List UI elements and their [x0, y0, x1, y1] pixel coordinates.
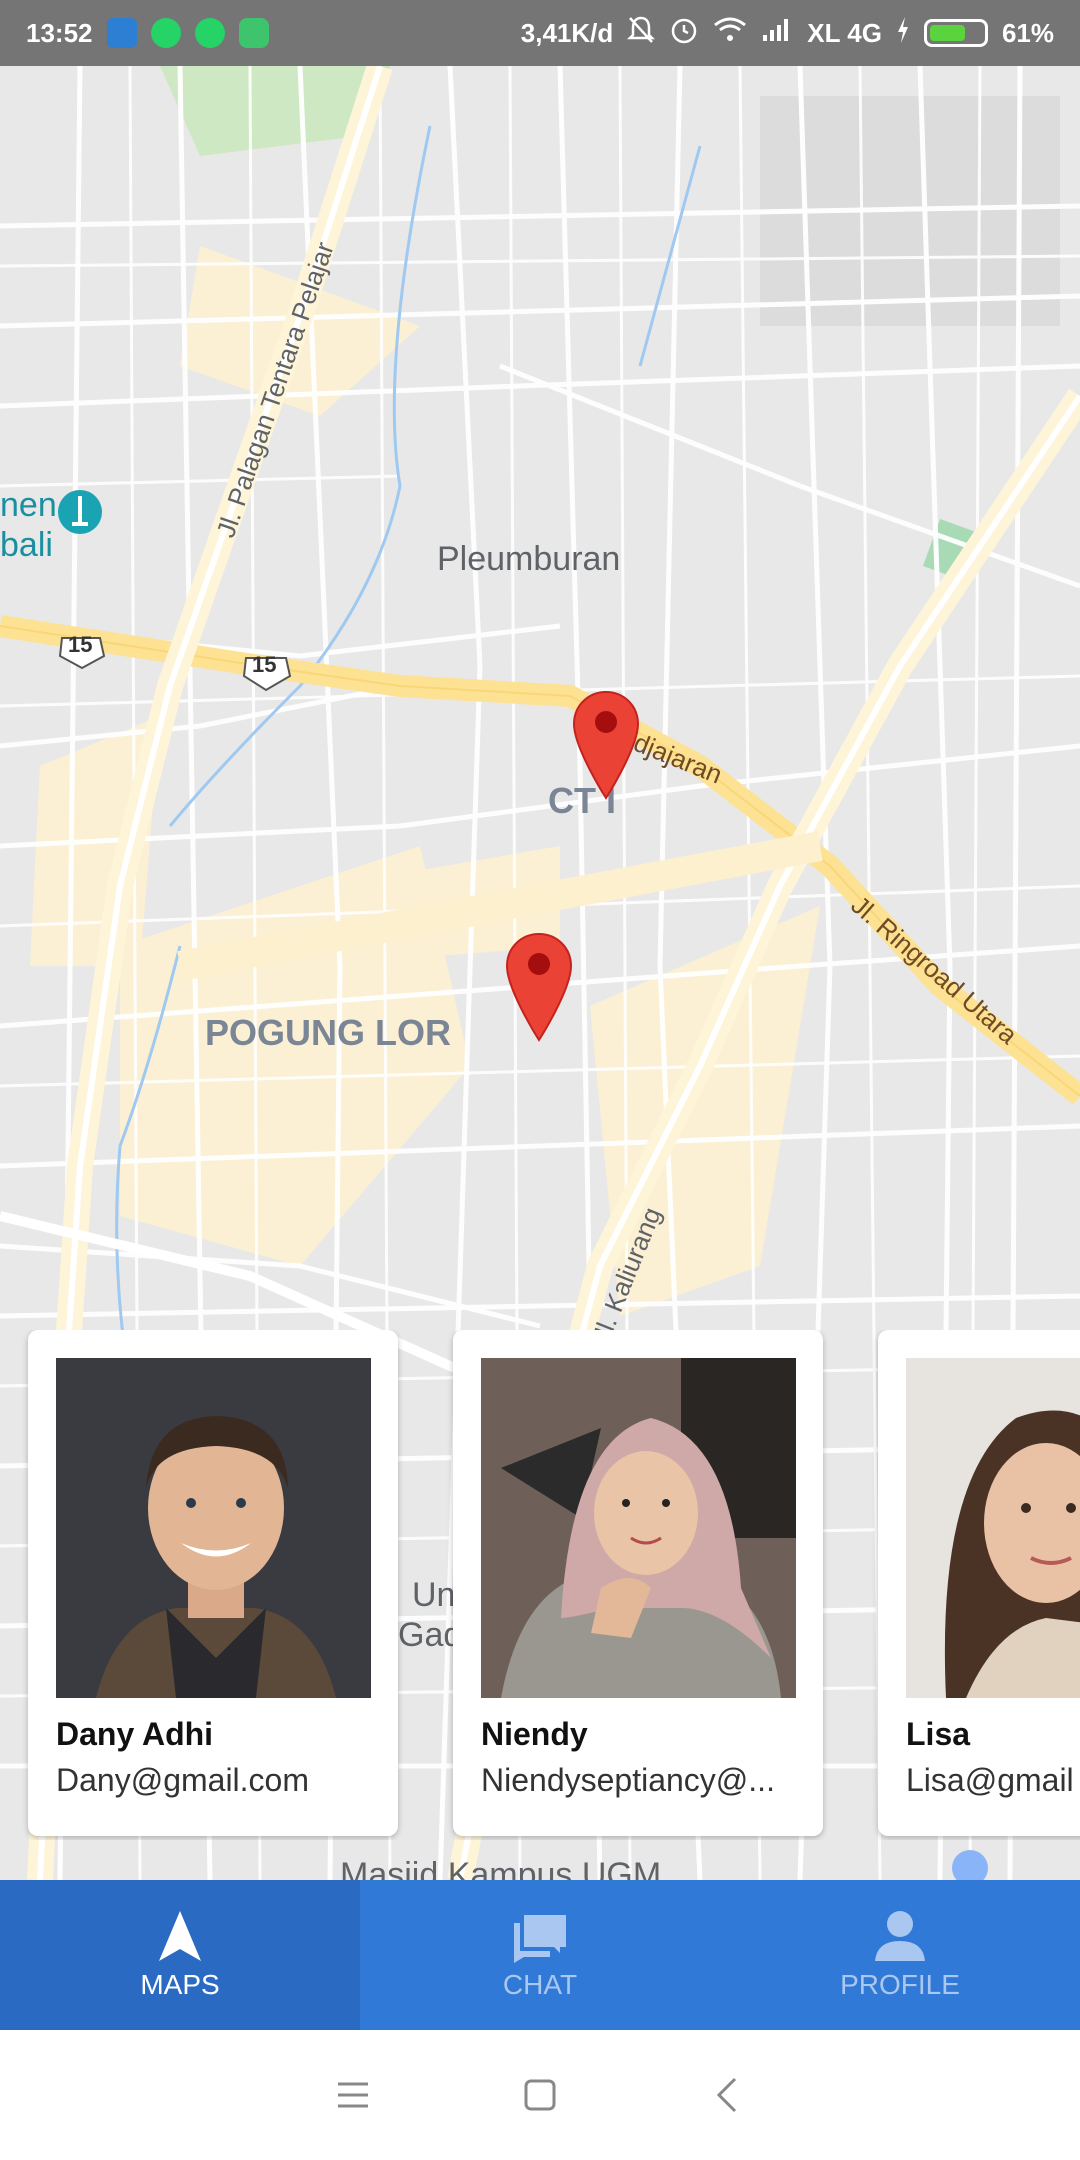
- profile-card[interactable]: Dany Adhi Dany@gmail.com: [28, 1330, 398, 1836]
- nav-tab-label: CHAT: [502, 1969, 578, 2000]
- nav-tab-label: MAPS: [140, 1969, 220, 2000]
- profile-carousel[interactable]: Dany Adhi Dany@gmail.com Niendy Niendyse…: [0, 1330, 1080, 1840]
- profile-card[interactable]: Niendy Niendyseptiancy@...: [453, 1330, 823, 1836]
- nav-tab-chat[interactable]: CHAT: [360, 1880, 720, 2030]
- wifi-icon: [713, 17, 747, 50]
- android-icon: [238, 18, 269, 48]
- route-shield-label: 15: [68, 632, 93, 657]
- person-icon: [875, 1911, 925, 1961]
- profile-photo: [481, 1358, 796, 1698]
- mute-bell-icon: [627, 15, 656, 52]
- clock: 13:52: [26, 17, 93, 48]
- place-label-monumen-2: bali: [0, 526, 53, 564]
- place-label-pogung-lor: POGUNG LOR: [205, 1012, 452, 1053]
- place-label-monumen-1: nen: [0, 486, 57, 524]
- place-label-pleumburan: Pleumburan: [437, 540, 621, 578]
- profile-email: Niendyseptiancy@...: [481, 1762, 775, 1798]
- shield-icon: [106, 18, 137, 48]
- nav-tab-label: PROFILE: [840, 1969, 960, 2000]
- status-bar: 13:52 3,41K/d XL 4G 61%: [0, 0, 1080, 66]
- navigation-arrow-icon: [159, 1911, 201, 1961]
- profile-email: Lisa@gmail: [906, 1762, 1074, 1798]
- profile-photo: [906, 1358, 1080, 1698]
- profile-name: Dany Adhi: [56, 1716, 214, 1752]
- profile-name: Lisa: [906, 1716, 971, 1752]
- place-label-masjid: Masjid Kampus UGM: [340, 1856, 662, 1880]
- location-pin-icon[interactable]: [505, 932, 573, 1042]
- location-pin-icon[interactable]: [572, 690, 640, 800]
- system-navigation-bar: [0, 2030, 1080, 2160]
- profile-email: Dany@gmail.com: [56, 1762, 309, 1798]
- charging-icon: [896, 16, 910, 51]
- profile-card[interactable]: Lisa Lisa@gmail: [878, 1330, 1080, 1836]
- nav-tab-maps[interactable]: MAPS: [0, 1880, 360, 2030]
- carrier: XL 4G: [807, 17, 882, 48]
- signal-icon: [761, 17, 793, 50]
- network-speed: 3,41K/d: [520, 17, 614, 48]
- profile-name: Niendy: [481, 1716, 588, 1752]
- nav-tab-profile[interactable]: PROFILE: [720, 1880, 1080, 2030]
- profile-photo: [56, 1358, 371, 1698]
- bottom-navigation: MAPS CHAT PROFILE: [0, 1880, 1080, 2030]
- alarm-icon: [669, 15, 699, 52]
- route-shield-label: 15: [252, 652, 277, 677]
- home-square-icon[interactable]: [510, 2065, 570, 2125]
- whatsapp-icon: [194, 18, 225, 48]
- back-icon[interactable]: [697, 2065, 757, 2125]
- battery-icon: [923, 19, 988, 47]
- battery-percent: 61%: [1001, 17, 1054, 48]
- menu-icon[interactable]: [323, 2065, 383, 2125]
- chat-icon: [514, 1915, 566, 1963]
- whatsapp-icon: [150, 18, 181, 48]
